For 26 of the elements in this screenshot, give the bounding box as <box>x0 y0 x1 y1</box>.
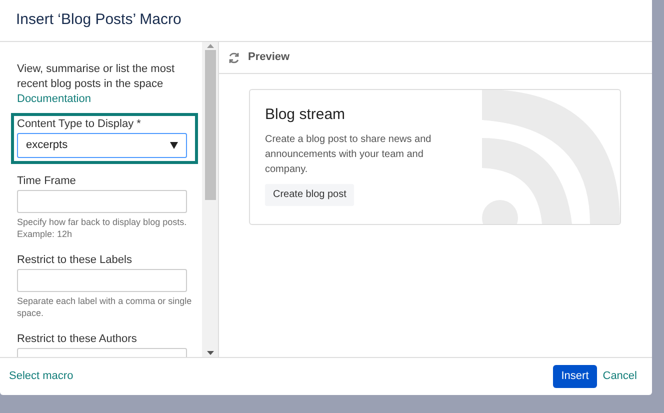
dropdown-caret-icon <box>170 142 178 149</box>
field-label: Time Frame <box>17 174 77 188</box>
input-field[interactable] <box>17 269 187 292</box>
field-label: Restrict to these Labels <box>17 253 133 267</box>
select-macro-link[interactable]: Select macro <box>9 368 74 385</box>
scrollbar[interactable] <box>202 42 218 357</box>
field-label: Content Type to Display * <box>17 117 142 131</box>
field-hint: Specify how far back to display blog posts. Example: 12h <box>17 216 188 240</box>
input-field[interactable] <box>17 190 187 213</box>
scroll-down-icon <box>206 351 214 355</box>
insert-button[interactable]: Insert <box>553 365 597 388</box>
scroll-thumb[interactable] <box>204 50 216 200</box>
cancel-link[interactable]: Cancel <box>602 368 637 385</box>
dialog-title: Insert ‘Blog Posts’ Macro <box>16 10 182 30</box>
create-blog-post-button[interactable]: Create blog post <box>265 184 354 206</box>
preview-title: Preview <box>248 50 290 66</box>
select-field[interactable]: excerpts <box>17 133 187 158</box>
scroll-up-icon <box>206 44 214 48</box>
rss-feed-icon <box>482 90 620 224</box>
card-heading: Blog stream <box>265 105 346 125</box>
refresh-icon <box>228 52 240 64</box>
field-label: Restrict to these Authors <box>17 332 138 346</box>
documentation-link[interactable]: Documentation <box>17 93 91 105</box>
card-text: Create a blog post to share news and announcements with your team and company. <box>265 132 432 176</box>
field-hint: Separate each label with a comma or single space. <box>17 295 193 319</box>
description-text: View, summarise or list the most recent blog posts in the space Documentation <box>17 62 176 107</box>
